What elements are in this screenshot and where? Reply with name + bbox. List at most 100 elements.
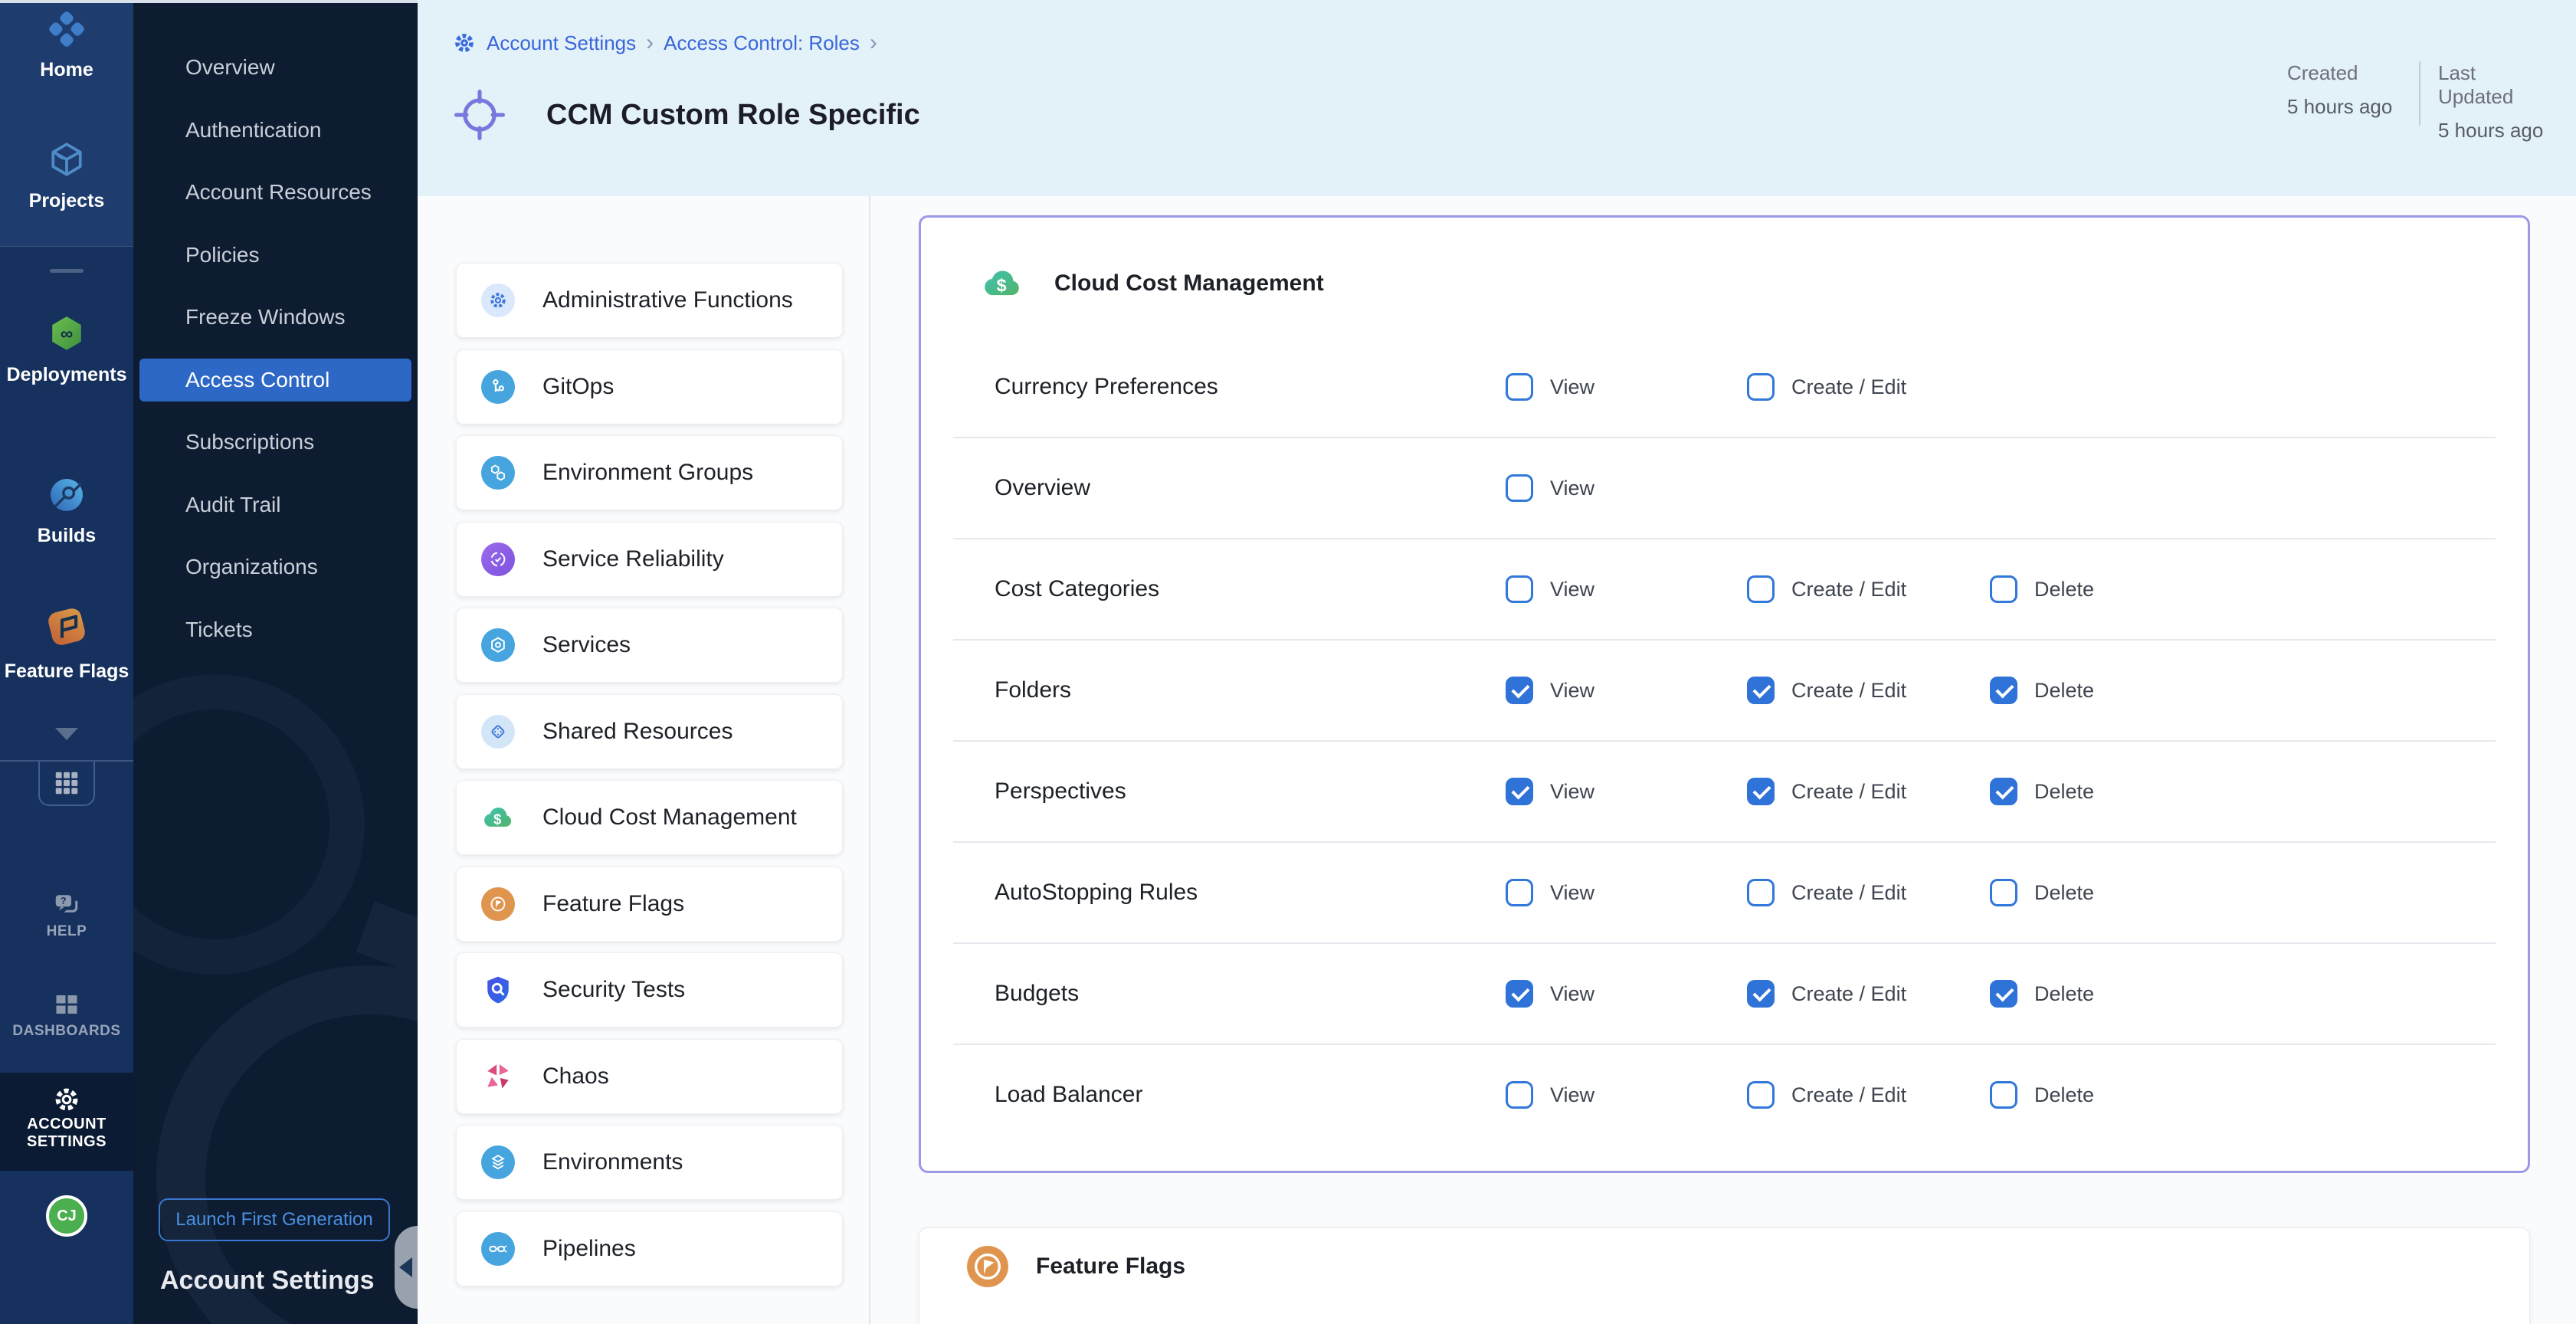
checkbox-label: Delete	[2034, 881, 2094, 905]
checkbox-label: View	[1550, 679, 1594, 703]
resource-label: GitOps	[542, 374, 614, 400]
checkbox-label: Create / Edit	[1791, 982, 1906, 1006]
delete-checkbox[interactable]	[1990, 575, 2017, 603]
checkbox-label: View	[1550, 375, 1594, 399]
permission-row: PerspectivesViewCreate / EditDelete	[953, 742, 2496, 843]
permission-cell: View	[1506, 980, 1594, 1008]
cloud-cost-management-icon: $	[981, 262, 1024, 305]
view-checkbox[interactable]	[1506, 373, 1533, 401]
resource-card-cloud-cost-management[interactable]: $Cloud Cost Management	[456, 780, 843, 855]
sidebar-item-audit-trail[interactable]: Audit Trail	[139, 483, 411, 526]
page-header: Account Settings › Access Control: Roles…	[418, 0, 2576, 196]
resource-card-shared-resources[interactable]: Shared Resources	[456, 694, 843, 769]
svg-text:∞: ∞	[61, 323, 73, 343]
resource-card-chaos[interactable]: Chaos	[456, 1039, 843, 1114]
chevron-down-icon[interactable]	[55, 728, 78, 740]
rail-item-home[interactable]: Home	[0, 11, 133, 81]
sidebar-item-authentication[interactable]: Authentication	[139, 109, 411, 152]
pipelines-icon	[481, 1232, 515, 1266]
create-edit-checkbox[interactable]	[1747, 778, 1775, 805]
create-edit-checkbox[interactable]	[1747, 879, 1775, 906]
services-icon	[481, 628, 515, 662]
main-content: Administrative Functions GitOps Environmen…	[418, 196, 2576, 1324]
rail-item-help[interactable]: ? HELP	[0, 891, 133, 940]
user-avatar[interactable]: CJ	[46, 1195, 87, 1237]
resource-label: Feature Flags	[542, 891, 684, 917]
builds-icon	[48, 477, 85, 513]
permission-cell: View	[1506, 1081, 1594, 1109]
delete-checkbox[interactable]	[1990, 980, 2017, 1008]
create-edit-checkbox[interactable]	[1747, 1081, 1775, 1109]
last-updated-meta: Last Updated 5 hours ago	[2438, 61, 2543, 143]
resource-card-services[interactable]: Services	[456, 608, 843, 683]
resource-card-environments[interactable]: Environments	[456, 1125, 843, 1200]
sidebar-item-account-resources[interactable]: Account Resources	[139, 171, 411, 214]
breadcrumb: Account Settings › Access Control: Roles…	[452, 31, 877, 55]
checkbox-label: Create / Edit	[1791, 578, 1906, 601]
gear-watermark	[133, 674, 365, 975]
create-edit-checkbox[interactable]	[1747, 575, 1775, 603]
sidebar-item-access-control[interactable]: Access Control	[139, 359, 411, 401]
resource-label: Environments	[542, 1149, 683, 1175]
chaos-icon	[481, 1060, 515, 1093]
admin-functions-icon	[481, 283, 515, 317]
delete-checkbox[interactable]	[1990, 1081, 2017, 1109]
resource-card-gitops[interactable]: GitOps	[456, 349, 843, 424]
module-grid-button[interactable]	[38, 762, 95, 806]
resource-card-admin-functions[interactable]: Administrative Functions	[456, 263, 843, 338]
shared-resources-icon	[481, 715, 515, 749]
sidebar-item-overview[interactable]: Overview	[139, 46, 411, 89]
checkbox-label: View	[1550, 1083, 1594, 1107]
permission-cell: Create / Edit	[1747, 677, 1906, 704]
view-checkbox[interactable]	[1506, 677, 1533, 704]
meta-divider	[2419, 61, 2420, 126]
rail-item-feature-flags[interactable]: Feature Flags	[0, 605, 133, 683]
account-settings-sidebar: Overview Authentication Account Resources P…	[133, 0, 418, 1324]
view-checkbox[interactable]	[1506, 575, 1533, 603]
create-edit-checkbox[interactable]	[1747, 677, 1775, 704]
delete-checkbox[interactable]	[1990, 778, 2017, 805]
checkbox-label: View	[1550, 982, 1594, 1006]
rail-item-label: HELP	[47, 923, 87, 940]
resource-card-pipelines[interactable]: Pipelines	[456, 1211, 843, 1286]
sidebar-item-tickets[interactable]: Tickets	[139, 608, 411, 651]
resource-card-service-reliability[interactable]: Service Reliability	[456, 522, 843, 597]
resource-card-security-tests[interactable]: Security Tests	[456, 952, 843, 1027]
view-checkbox[interactable]	[1506, 980, 1533, 1008]
resource-card-environment-groups[interactable]: Environment Groups	[456, 435, 843, 510]
rail-item-projects[interactable]: Projects	[0, 140, 133, 212]
panel-header: $ Cloud Cost Management	[981, 262, 1324, 305]
create-edit-checkbox[interactable]	[1747, 980, 1775, 1008]
permission-row: BudgetsViewCreate / EditDelete	[953, 944, 2496, 1045]
view-checkbox[interactable]	[1506, 879, 1533, 906]
help-icon: ?	[51, 891, 82, 919]
rail-item-account-settings-active[interactable]: ACCOUNT SETTINGS	[0, 1073, 133, 1171]
view-checkbox[interactable]	[1506, 1081, 1533, 1109]
deployments-icon: ∞	[48, 314, 86, 352]
view-checkbox[interactable]	[1506, 474, 1533, 502]
permission-row: Cost CategoriesViewCreate / EditDelete	[953, 539, 2496, 641]
rail-item-builds[interactable]: Builds	[0, 477, 133, 547]
rail-item-label: Builds	[38, 525, 96, 547]
rail-item-label: Home	[40, 59, 93, 81]
permission-cell: View	[1506, 677, 1594, 704]
resource-card-feature-flags[interactable]: Feature Flags	[456, 867, 843, 942]
breadcrumb-account-settings[interactable]: Account Settings	[487, 31, 636, 55]
resource-label: Services	[542, 632, 631, 658]
sidebar-item-policies[interactable]: Policies	[139, 234, 411, 277]
sidebar-item-subscriptions[interactable]: Subscriptions	[139, 421, 411, 464]
checkbox-label: View	[1550, 477, 1594, 500]
sidebar-item-freeze-windows[interactable]: Freeze Windows	[139, 296, 411, 339]
security-tests-icon	[481, 973, 515, 1007]
rail-item-deployments[interactable]: ∞ Deployments	[0, 314, 133, 386]
rail-section-dash	[50, 269, 84, 273]
sidebar-collapse-handle[interactable]	[395, 1226, 418, 1309]
breadcrumb-access-control-roles[interactable]: Access Control: Roles	[664, 31, 860, 55]
delete-checkbox[interactable]	[1990, 879, 2017, 906]
sidebar-item-organizations[interactable]: Organizations	[139, 546, 411, 588]
delete-checkbox[interactable]	[1990, 677, 2017, 704]
view-checkbox[interactable]	[1506, 778, 1533, 805]
create-edit-checkbox[interactable]	[1747, 373, 1775, 401]
launch-first-generation-button[interactable]: Launch First Generation	[159, 1198, 390, 1241]
rail-item-dashboards[interactable]: DASHBOARDS	[0, 991, 133, 1040]
